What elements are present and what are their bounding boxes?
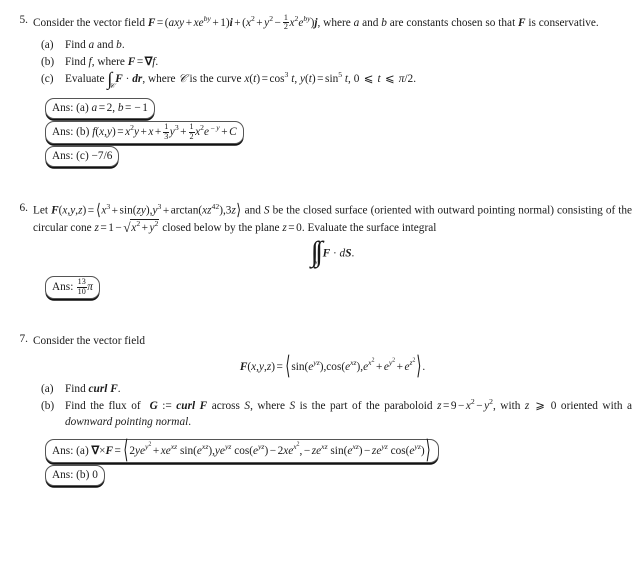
answer-part-b: (b) (76, 126, 90, 139)
problem-5-answers: Ans: (a) a = 2, b = −1 (33, 98, 632, 120)
problem-5-part-b: (b) Find f, where F = ∇f. (41, 54, 632, 70)
part-a-label: (a) (41, 383, 54, 396)
answer-box-7a: Ans: (a) ∇×F = ⟨2yey2+ xexz sin(exz),yeyz c… (45, 436, 439, 464)
worksheet-page: 5. Consider the vector field F = (axy + xeby… (0, 13, 638, 567)
answer-box-6: Ans: 13 10 π (45, 276, 100, 300)
answer-box-7b: Ans: (b) 0 (45, 464, 105, 486)
double-integral-symbol: ∫∫ S (310, 236, 323, 269)
problem-7-parts: (a) Find curl F. (b) Find the flux of G … (33, 381, 632, 430)
answer-part-b: (b) (76, 468, 90, 481)
problem-5-number: 5. (19, 14, 28, 26)
problem-7: 7. Consider the vector field F(x,y,z) = ⟨s… (0, 333, 638, 486)
problem-7-answers: Ans: (a) ∇×F = ⟨2yey2+ xexz sin(exz),yeyz c… (33, 436, 632, 464)
statement-lead-text: Consider the vector field (33, 16, 145, 29)
part-a-text: Find curl F. (65, 383, 121, 396)
answer-box-5b: Ans: (b) f(x,y) = x2y + x +1 3 y3 +1 2 x2e − y + C (45, 121, 244, 145)
problem-5-statement: Consider the vector field F = (axy + xeby +1)… (33, 13, 599, 32)
problem-7-part-a: (a) Find curl F. (41, 381, 632, 397)
answer-label: Ans: (52, 126, 74, 139)
answer-part-a: (a) (76, 444, 89, 457)
are-constants-word: are constants (389, 16, 449, 29)
answer-box-5a: Ans: (a) a = 2, b = −1 (45, 98, 155, 120)
is-conservative-word: is conservative. (528, 16, 599, 29)
where-word: where (323, 16, 351, 29)
and-word: and (362, 16, 379, 29)
answer-label: Ans: (52, 150, 74, 163)
problem-5-part-a: (a) Find a and b. (41, 37, 632, 53)
part-b-label: (b) (41, 400, 55, 413)
problem-5-parts: (a) Find a and b. (b) Find f, where F = ∇f… (33, 37, 632, 91)
problem-7-display-equation: F(x,y,z) = ⟨sin(eyz),cos(exz),ex2+ ey2+ ez2⟩… (239, 352, 426, 381)
chosen-so-that-word: chosen so that (451, 16, 516, 29)
problem-6-number: 6. (19, 202, 28, 215)
part-b-label: (b) (41, 55, 55, 68)
problem-7-statement: Consider the vector field (33, 335, 145, 348)
problem-6-statement: Let F(x,y,z) = ⟨x3 + sin(zy),y3 + arctan(xz42)… (33, 201, 632, 238)
part-c-text: Evaluate ∫ 𝒞 F · dr, where 𝒞 is the curve… (65, 69, 417, 91)
part-a-label: (a) (41, 38, 54, 51)
curl-operator: curl (88, 383, 108, 396)
line-integral-symbol: ∫ 𝒞 (107, 69, 115, 91)
problem-6: 6. Let F(x,y,z) = ⟨x3 + sin(zy),y3 + arctan(xz… (0, 201, 638, 300)
part-b-text: Find f, where F = ∇f. (65, 55, 159, 68)
problem-7-number: 7. (19, 333, 28, 346)
answer-part-c: (c) (76, 150, 89, 163)
answer-label: Ans: (52, 444, 74, 457)
answer-label: Ans: (52, 281, 74, 294)
problem-5: 5. Consider the vector field F = (axy + xeby… (0, 13, 638, 168)
answer-label: Ans: (52, 468, 74, 481)
answer-box-5c: Ans: (c) −7/6 (45, 146, 120, 168)
fraction-13-10: 13 10 (76, 277, 87, 296)
problem-7-part-b: (b) Find the flux of G := curl F across … (41, 398, 632, 430)
problem-6-answers: Ans: 13 10 π (33, 276, 632, 300)
part-b-text: Find the flux of G := curl F across S, w… (65, 397, 633, 429)
answer-label: Ans: (52, 102, 74, 115)
answer-part-a: (a) (76, 102, 89, 115)
problem-6-display-equation: ∫∫ S F · dS. (310, 236, 355, 269)
square-root-symbol: x2+y2 (123, 219, 160, 238)
part-a-text: Find a and b. (65, 38, 125, 51)
problem-5-part-c: (c) Evaluate ∫ 𝒞 F · dr, where 𝒞 is the c… (41, 69, 632, 91)
part-c-label: (c) (41, 72, 54, 85)
